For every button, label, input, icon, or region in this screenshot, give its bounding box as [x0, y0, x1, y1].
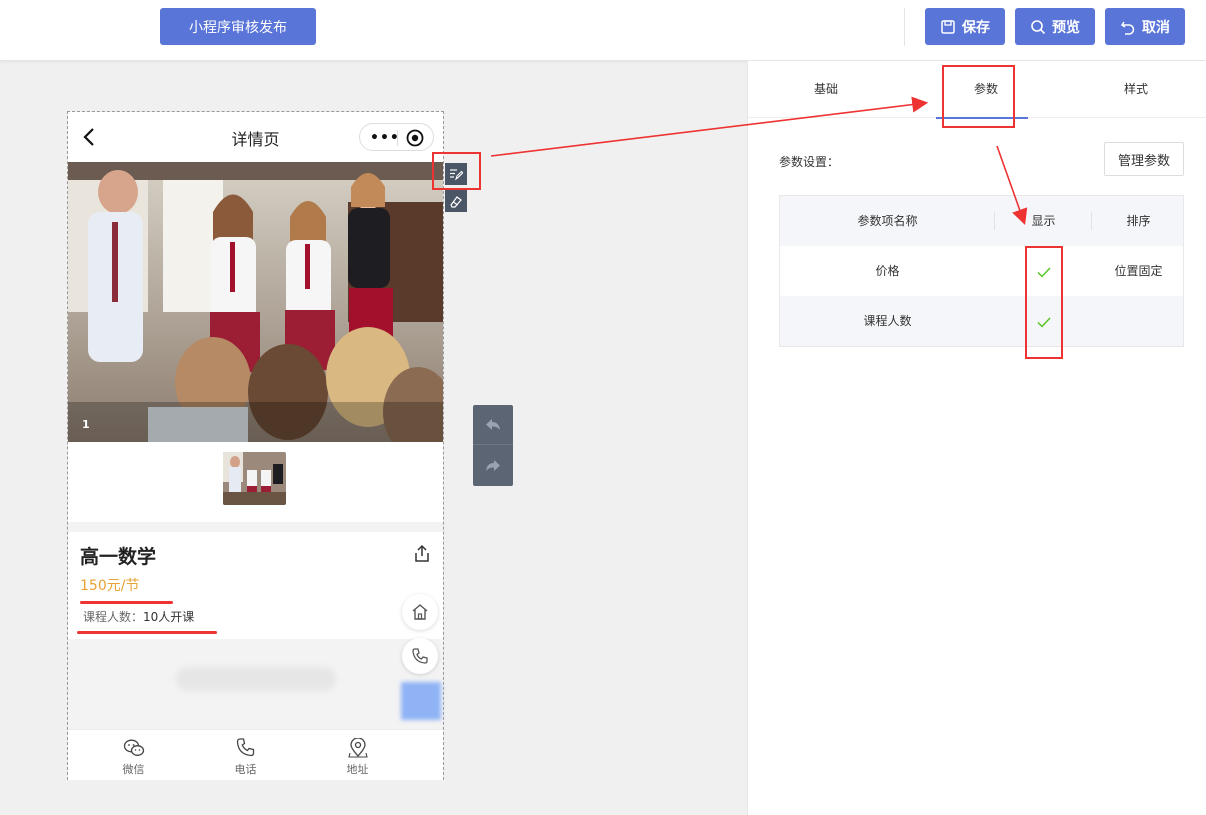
thumbnail-strip — [68, 442, 443, 522]
bottom-wechat-label: 微信 — [122, 763, 145, 776]
home-icon — [412, 604, 428, 620]
annotation-underline-price — [80, 601, 173, 604]
people-value: 10人开课 — [143, 610, 195, 624]
phone-icon — [236, 738, 255, 757]
settings-panel: 基础 参数 样式 参数设置： 管理参数 参数项名称 显示 排序 价格 位置固定 … — [747, 61, 1206, 815]
course-price: 150元/节 — [80, 578, 140, 594]
thumbnail-photo — [223, 452, 286, 505]
bottom-phone-button[interactable]: 电话 — [183, 730, 308, 781]
undo-redo-panel — [473, 405, 513, 486]
undo-arrow-icon — [486, 419, 500, 430]
float-home-button[interactable] — [402, 594, 438, 630]
phone-icon — [412, 648, 428, 664]
phone-preview: 详情页 ••• 1 高一数学 150元/节 课程人数：10人开课 微信 电话 地… — [67, 111, 444, 780]
preview-label: 预览 — [1052, 19, 1080, 36]
row-name: 课程人数 — [863, 314, 912, 328]
eraser-icon — [450, 196, 462, 208]
annotation-box-show-column — [1025, 246, 1063, 359]
course-title: 高一数学 — [80, 546, 157, 568]
toolbar-divider — [904, 8, 905, 46]
bottom-contact-bar: 微信 电话 地址 — [68, 729, 443, 780]
blurred-placeholder — [176, 667, 336, 691]
param-settings-label: 参数设置： — [779, 155, 840, 169]
float-blurred-button[interactable] — [401, 682, 441, 720]
redo-button[interactable] — [473, 446, 513, 486]
table-row: 课程人数 — [780, 296, 1183, 346]
bottom-wechat-button[interactable]: 微信 — [71, 730, 196, 781]
annotation-box-params-tab — [942, 65, 1015, 128]
manage-params-button[interactable]: 管理参数 — [1104, 142, 1184, 176]
bottom-address-button[interactable]: 地址 — [295, 730, 420, 781]
search-icon — [1031, 19, 1046, 34]
tab-basic[interactable]: 基础 — [776, 61, 876, 118]
preview-button[interactable]: 预览 — [1015, 8, 1095, 45]
bottom-address-label: 地址 — [346, 763, 369, 776]
banner-carousel[interactable]: 1 — [68, 162, 443, 442]
course-info-card: 高一数学 150元/节 课程人数：10人开课 — [68, 532, 443, 639]
header-show: 显示 — [1031, 214, 1056, 228]
cancel-label: 取消 — [1142, 19, 1170, 36]
float-phone-button[interactable] — [402, 638, 438, 674]
save-label: 保存 — [962, 19, 990, 36]
eraser-button[interactable] — [445, 190, 467, 212]
table-row: 价格 位置固定 — [780, 246, 1183, 296]
row-name: 价格 — [875, 264, 900, 278]
tab-style[interactable]: 样式 — [1086, 61, 1186, 118]
close-target-icon[interactable] — [406, 129, 424, 147]
share-icon[interactable] — [412, 544, 432, 564]
params-table: 参数项名称 显示 排序 价格 位置固定 课程人数 — [779, 195, 1184, 347]
row-sort: 位置固定 — [1114, 264, 1163, 278]
publish-review-button[interactable]: 小程序审核发布 — [160, 8, 316, 45]
more-dots-icon[interactable]: ••• — [370, 131, 400, 145]
cancel-button[interactable]: 取消 — [1105, 8, 1185, 45]
wechat-icon — [123, 739, 145, 756]
table-header: 参数项名称 显示 排序 — [780, 196, 1183, 246]
capsule-divider — [397, 130, 398, 146]
classroom-photo — [68, 162, 443, 442]
bottom-phone-label: 电话 — [234, 763, 257, 776]
header-sort: 排序 — [1126, 214, 1151, 228]
thumbnail-image[interactable] — [223, 452, 286, 505]
redo-arrow-icon — [486, 460, 500, 471]
capsule-menu[interactable]: ••• — [359, 123, 434, 151]
save-button[interactable]: 保存 — [925, 8, 1005, 45]
carousel-index: 1 — [82, 418, 90, 431]
undo-button[interactable] — [473, 405, 513, 445]
undo-icon — [1120, 21, 1135, 35]
top-toolbar: 小程序审核发布 保存 预览 取消 — [0, 0, 1206, 61]
save-icon — [941, 19, 955, 34]
location-icon — [348, 738, 368, 758]
annotation-box-edit-tool — [432, 152, 481, 190]
row-sort — [1092, 296, 1185, 346]
course-people: 课程人数：10人开课 — [83, 608, 194, 625]
header-name: 参数项名称 — [857, 214, 918, 228]
people-label: 课程人数： — [83, 610, 144, 624]
annotation-underline-people — [77, 631, 217, 634]
mini-program-navbar: 详情页 ••• — [68, 112, 443, 162]
